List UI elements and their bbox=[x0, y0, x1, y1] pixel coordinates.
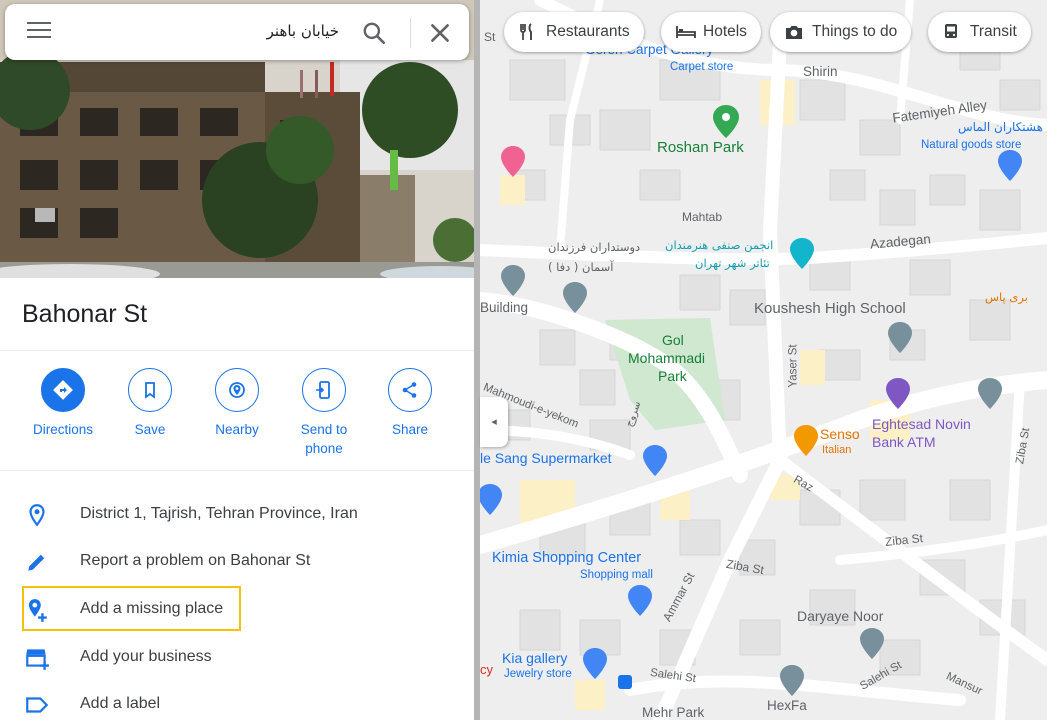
divider bbox=[0, 350, 474, 351]
chip-transit[interactable]: Transit bbox=[928, 12, 1031, 52]
search-query[interactable]: خیابان باهنر bbox=[267, 22, 339, 40]
map-label-gol-3: Park bbox=[658, 368, 687, 384]
add-missing-place-row[interactable]: Add a missing place bbox=[0, 589, 474, 629]
place-panel: خیابان باهنر Bahonar St Directions Save bbox=[0, 0, 474, 720]
search-divider bbox=[410, 18, 411, 48]
map-label-kia[interactable]: Kia gallery bbox=[502, 650, 567, 666]
map-label-roshan-park[interactable]: Roshan Park bbox=[657, 139, 744, 156]
map-label-jewelry: Jewelry store bbox=[504, 668, 572, 680]
camera-icon bbox=[786, 26, 802, 39]
chip-restaurants-label: Restaurants bbox=[546, 23, 630, 40]
search-box[interactable]: خیابان باهنر bbox=[5, 4, 469, 60]
bookmark-icon bbox=[145, 382, 155, 399]
map-label-eghtesad-1[interactable]: Eghtesad Novin bbox=[872, 416, 971, 432]
address-row[interactable]: District 1, Tajrish, Tehran Province, Ir… bbox=[0, 494, 474, 534]
share-label: Share bbox=[391, 422, 429, 437]
map-label-gol-1: Gol bbox=[662, 332, 684, 348]
share-icon bbox=[402, 382, 417, 398]
label-icon bbox=[26, 697, 49, 713]
phone-icon bbox=[316, 381, 330, 399]
divider bbox=[0, 470, 474, 471]
map-label-anjoman-1: انجمن صنفی هنرمندان bbox=[665, 238, 774, 252]
location-pin-icon bbox=[29, 504, 45, 527]
report-problem-row[interactable]: Report a problem on Bahonar St bbox=[0, 541, 474, 581]
map-label-senso[interactable]: Senso bbox=[820, 426, 860, 442]
map-label-shopping-mall: Shopping mall bbox=[580, 569, 653, 581]
send-to-phone-button[interactable]: Send to phone bbox=[279, 368, 369, 458]
map-canvas[interactable]: Geren Carpet Gallery Carpet store Shirin… bbox=[480, 0, 1047, 720]
add-business-row[interactable]: Add your business bbox=[0, 637, 474, 677]
map-label-natural-goods: Natural goods store bbox=[921, 139, 1022, 151]
search-icon[interactable] bbox=[361, 20, 387, 46]
map-label-farzandan-1: دوستداران فرزندان bbox=[548, 240, 641, 254]
save-label: Save bbox=[134, 422, 166, 437]
share-button[interactable]: Share bbox=[365, 368, 455, 439]
nearby-button[interactable]: Nearby bbox=[192, 368, 282, 439]
map-label-hexfa: HexFa bbox=[767, 698, 807, 713]
nearby-icon bbox=[229, 382, 245, 398]
chip-hotels-label: Hotels bbox=[703, 23, 747, 40]
chip-hotels[interactable]: Hotels bbox=[661, 12, 761, 52]
menu-icon[interactable] bbox=[27, 22, 51, 42]
store-icon bbox=[26, 649, 49, 670]
map-label-shirin: Shirin bbox=[803, 64, 838, 79]
nearby-label: Nearby bbox=[215, 422, 259, 437]
add-business-text: Add your business bbox=[80, 648, 212, 665]
map-label-cy: cy bbox=[480, 662, 493, 677]
fork-knife-icon bbox=[520, 23, 532, 40]
map-label-italian: Italian bbox=[822, 444, 852, 456]
chip-things-to-do[interactable]: Things to do bbox=[770, 12, 912, 52]
chip-things-to-do-label: Things to do bbox=[812, 23, 898, 40]
close-icon[interactable] bbox=[427, 20, 453, 46]
map-label-bari: بری پاس bbox=[985, 290, 1028, 304]
map-label-building: Building bbox=[480, 300, 529, 315]
map-label-farzandan-2: آسمان ( دفا ) bbox=[548, 260, 614, 274]
bed-icon bbox=[676, 26, 696, 38]
send-to-phone-label: Send to phone bbox=[300, 422, 348, 456]
directions-label: Directions bbox=[32, 422, 94, 437]
map-label-mahtab: Mahtab bbox=[682, 210, 723, 224]
map-label-mehr-park: Mehr Park bbox=[642, 705, 705, 720]
collapse-panel-button[interactable]: ◂ bbox=[480, 397, 508, 447]
add-missing-place-text: Add a missing place bbox=[80, 600, 224, 617]
add-label-text: Add a label bbox=[80, 695, 161, 712]
map-label-kimia[interactable]: Kimia Shopping Center bbox=[492, 550, 641, 566]
add-place-icon bbox=[28, 599, 47, 622]
map-label-carpet-store: Carpet store bbox=[670, 61, 734, 73]
chip-restaurants[interactable]: Restaurants bbox=[504, 12, 644, 52]
address-text: District 1, Tajrish, Tehran Province, Ir… bbox=[80, 505, 358, 522]
map-label-st-top: St bbox=[484, 30, 496, 44]
map-label-sang[interactable]: le Sang Supermarket bbox=[480, 450, 612, 466]
report-problem-text: Report a problem on Bahonar St bbox=[80, 552, 311, 569]
map-label-hashtkar: هشتکاران الماس bbox=[958, 120, 1043, 134]
directions-icon bbox=[53, 380, 73, 400]
map-label-anjoman-2: تئاتر شهر تهران bbox=[695, 256, 770, 270]
map-label-eghtesad-2: Bank ATM bbox=[872, 434, 936, 450]
save-button[interactable]: Save bbox=[105, 368, 195, 439]
add-label-row[interactable]: Add a label bbox=[0, 684, 474, 720]
pencil-icon bbox=[28, 554, 45, 571]
directions-button[interactable]: Directions bbox=[18, 368, 108, 439]
map-label-gol-2: Mohammadi bbox=[628, 350, 706, 366]
bus-icon bbox=[945, 24, 957, 38]
map-label-yaser: Yaser St bbox=[787, 344, 800, 388]
place-title: Bahonar St bbox=[22, 300, 148, 328]
map-label-daryaye[interactable]: Daryaye Noor bbox=[797, 608, 883, 624]
map-label-koushesh[interactable]: Koushesh High School bbox=[754, 300, 906, 317]
chip-transit-label: Transit bbox=[970, 23, 1017, 40]
